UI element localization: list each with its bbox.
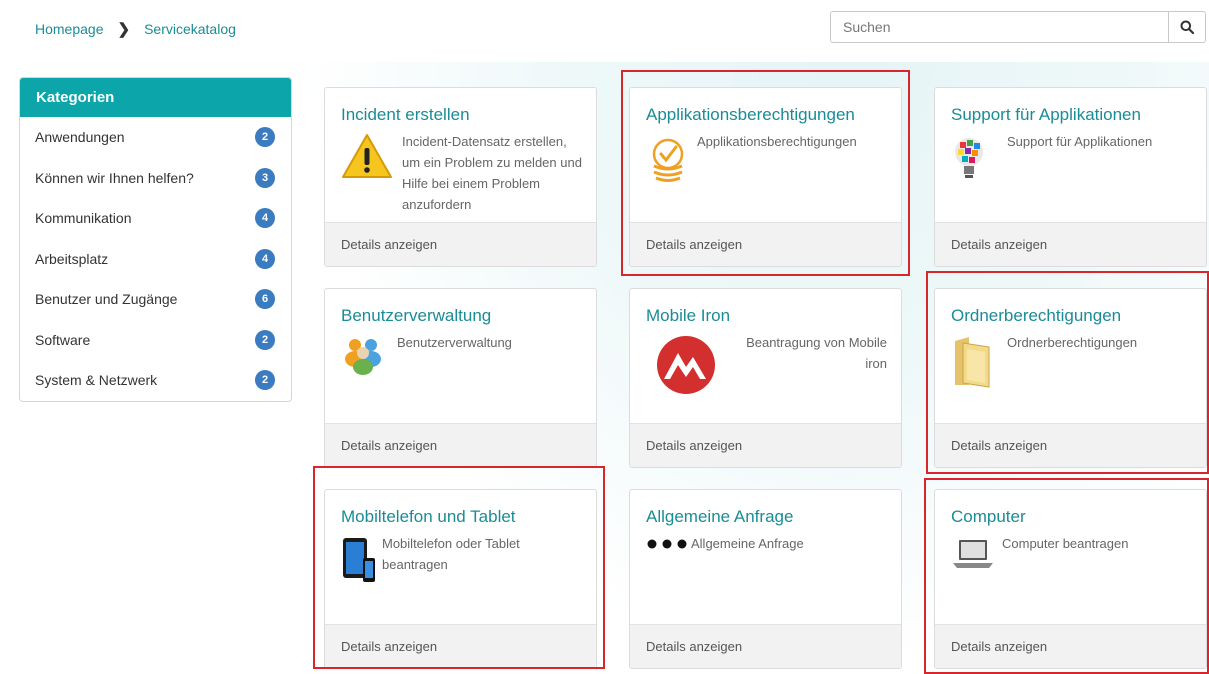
sidebar-item-kommunikation[interactable]: Kommunikation 4 xyxy=(20,198,291,239)
sidebar-item-label: Benutzer und Zugänge xyxy=(35,291,178,308)
card-title[interactable]: Support für Applikationen xyxy=(951,105,1141,125)
details-link[interactable]: Details anzeigen xyxy=(630,222,901,266)
sidebar-item-label: Können wir Ihnen helfen? xyxy=(35,169,194,186)
details-link[interactable]: Details anzeigen xyxy=(935,222,1206,266)
sidebar-item-label: Kommunikation xyxy=(35,210,132,227)
count-badge: 6 xyxy=(255,289,275,310)
card-description: Ordnerberechtigungen xyxy=(1007,335,1138,350)
breadcrumb-current[interactable]: Servicekatalog xyxy=(144,21,236,37)
chevron-right-icon: ❯ xyxy=(117,21,131,38)
search-input[interactable] xyxy=(830,11,1168,43)
card-description: Incident-Datensatz erstellen, um ein Pro… xyxy=(402,134,582,212)
catalog-card-computer[interactable]: Computer Computer beantragen Details anz… xyxy=(934,489,1207,669)
details-link[interactable]: Details anzeigen xyxy=(935,624,1206,668)
details-link[interactable]: Details anzeigen xyxy=(325,222,596,266)
users-icon xyxy=(345,339,381,375)
sidebar-item-software[interactable]: Software 2 xyxy=(20,320,291,361)
catalog-card-app-permissions[interactable]: Applikationsberechtigungen Applikationsb… xyxy=(629,87,902,267)
catalog-card-general-request[interactable]: Allgemeine Anfrage Allgemeine Anfrage De… xyxy=(629,489,902,669)
card-description: Applikationsberechtigungen xyxy=(697,134,857,149)
sidebar-item-label: Anwendungen xyxy=(35,129,125,146)
details-link[interactable]: Details anzeigen xyxy=(325,624,596,668)
sidebar-item-benutzer[interactable]: Benutzer und Zugänge 6 xyxy=(20,279,291,320)
count-badge: 3 xyxy=(255,167,275,188)
sidebar-item-label: Software xyxy=(35,331,91,348)
details-link[interactable]: Details anzeigen xyxy=(630,624,901,668)
card-description: Support für Applikationen xyxy=(1007,134,1153,149)
count-badge: 4 xyxy=(255,208,275,229)
category-sidebar: Kategorien Anwendungen 2 Können wir Ihne… xyxy=(19,77,292,402)
count-badge: 2 xyxy=(255,329,275,350)
card-title[interactable]: Benutzerverwaltung xyxy=(341,306,491,326)
folder-icon xyxy=(955,337,990,388)
sidebar-item-arbeitsplatz[interactable]: Arbeitsplatz 4 xyxy=(20,239,291,280)
sidebar-item-system-netzwerk[interactable]: System & Netzwerk 2 xyxy=(20,360,291,401)
mobileiron-logo-icon xyxy=(657,336,715,394)
search-bar xyxy=(830,11,1206,43)
card-description: Beantragung von Mobile iron xyxy=(746,335,887,371)
card-title[interactable]: Mobiltelefon und Tablet xyxy=(341,507,516,527)
ellipsis-icon xyxy=(647,539,687,549)
card-title[interactable]: Ordnerberechtigungen xyxy=(951,306,1121,326)
catalog-card-folder-permissions[interactable]: Ordnerberechtigungen Ordnerberechtigunge… xyxy=(934,288,1207,468)
details-link[interactable]: Details anzeigen xyxy=(935,423,1206,467)
count-badge: 2 xyxy=(255,370,275,391)
card-description: Allgemeine Anfrage xyxy=(691,536,804,551)
catalog-card-user-management[interactable]: Benutzerverwaltung Benutzerverwaltung De… xyxy=(324,288,597,468)
tablet-phone-icon xyxy=(343,538,375,582)
app-permission-icon xyxy=(652,138,684,182)
card-title[interactable]: Incident erstellen xyxy=(341,105,470,125)
details-link[interactable]: Details anzeigen xyxy=(630,423,901,467)
card-title[interactable]: Computer xyxy=(951,507,1026,527)
card-title[interactable]: Applikationsberechtigungen xyxy=(646,105,855,125)
sidebar-item-label: System & Netzwerk xyxy=(35,372,158,389)
details-link[interactable]: Details anzeigen xyxy=(325,423,596,467)
catalog-card-mobile-tablet[interactable]: Mobiltelefon und Tablet Mobiltelefon ode… xyxy=(324,489,597,669)
sidebar-item-label: Arbeitsplatz xyxy=(35,250,109,267)
sidebar-title: Kategorien xyxy=(20,78,291,117)
search-button[interactable] xyxy=(1168,11,1206,43)
card-description: Mobiltelefon oder Tablet beantragen xyxy=(382,536,520,572)
catalog-card-incident[interactable]: Incident erstellen Incident-Datensatz er… xyxy=(324,87,597,267)
catalog-card-mobile-iron[interactable]: Mobile Iron Beantragung von Mobile iron … xyxy=(629,288,902,468)
sidebar-item-anwendungen[interactable]: Anwendungen 2 xyxy=(20,117,291,158)
warning-icon xyxy=(342,134,392,178)
breadcrumb-home[interactable]: Homepage xyxy=(35,21,104,37)
search-icon xyxy=(1180,20,1194,34)
count-badge: 2 xyxy=(255,127,275,148)
sidebar-item-help[interactable]: Können wir Ihnen helfen? 3 xyxy=(20,158,291,199)
card-description: Computer beantragen xyxy=(1002,536,1129,551)
breadcrumb: Homepage ❯ Servicekatalog xyxy=(35,20,236,38)
card-description: Benutzerverwaltung xyxy=(397,335,512,350)
lightbulb-icon xyxy=(955,138,983,178)
card-title[interactable]: Mobile Iron xyxy=(646,306,730,326)
catalog-card-app-support[interactable]: Support für Applikationen Support für Ap… xyxy=(934,87,1207,267)
laptop-icon xyxy=(953,540,993,568)
card-title[interactable]: Allgemeine Anfrage xyxy=(646,507,793,527)
count-badge: 4 xyxy=(255,248,275,269)
